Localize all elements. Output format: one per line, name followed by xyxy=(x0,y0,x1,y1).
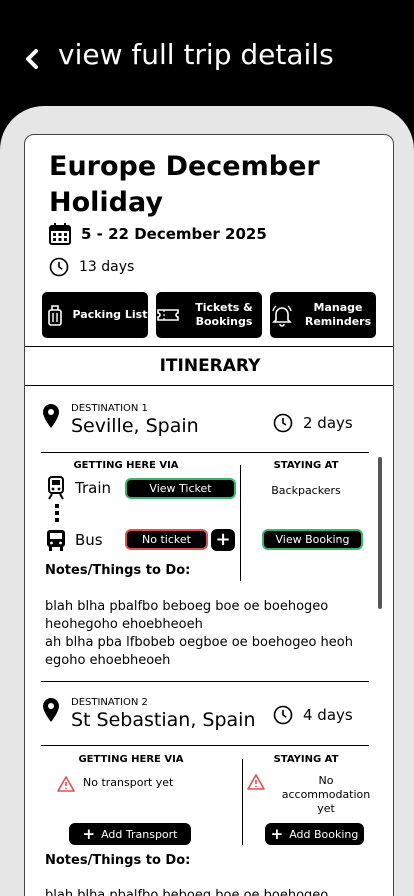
manage-reminders-button[interactable]: Manage Reminders xyxy=(270,292,376,338)
trip-actions: Packing List Tickets & Bookings Manage R… xyxy=(42,292,376,338)
page-title: view full trip details xyxy=(58,38,334,71)
trip-duration: 13 days xyxy=(49,257,134,277)
tickets-bookings-label: Tickets & Bookings xyxy=(195,301,253,328)
divider xyxy=(41,681,369,682)
destination-duration: 2 days xyxy=(273,413,353,433)
transport-mode-label: Bus xyxy=(75,531,103,549)
itinerary-heading: ITINERARY xyxy=(25,346,393,386)
top-bar: view full trip details xyxy=(0,0,414,110)
destination-days: 4 days xyxy=(303,706,353,724)
staying-at-heading: STAYING AT xyxy=(273,460,339,471)
add-transport-button[interactable]: + Add Transport xyxy=(69,823,191,845)
add-ticket-button[interactable]: + xyxy=(211,529,235,551)
accommodation-name: Backpackers xyxy=(271,484,341,497)
notes-heading: Notes/Things to Do: xyxy=(45,563,191,578)
no-transport-text: No transport yet xyxy=(83,776,174,789)
scrollbar[interactable] xyxy=(378,457,382,609)
clock-icon xyxy=(49,257,69,277)
clock-icon xyxy=(273,705,293,725)
ticket-icon xyxy=(157,309,179,321)
trip-date-range: 5 - 22 December 2025 xyxy=(81,225,267,243)
chevron-left-icon xyxy=(26,49,38,69)
divider xyxy=(240,465,241,581)
view-ticket-button[interactable]: View Ticket xyxy=(125,478,236,499)
staying-at-heading: STAYING AT xyxy=(273,754,339,765)
back-button[interactable] xyxy=(20,44,44,74)
no-transport-notice: No transport yet xyxy=(57,776,173,792)
manage-reminders-label: Manage Reminders xyxy=(304,301,372,328)
no-accommodation-text: No accommodation yet xyxy=(281,774,371,815)
route-connector xyxy=(55,504,59,525)
train-icon xyxy=(48,476,64,500)
notes-heading: Notes/Things to Do: xyxy=(45,853,191,868)
no-accommodation-notice: No accommodation yet xyxy=(247,774,379,816)
bell-icon xyxy=(272,305,292,327)
destination-name: Seville, Spain xyxy=(71,415,199,437)
transport-mode-label: Train xyxy=(75,479,111,497)
view-booking-button[interactable]: View Booking xyxy=(262,529,363,550)
packing-list-label: Packing List xyxy=(72,308,148,321)
location-pin-icon xyxy=(43,404,59,428)
trip-dates: 5 - 22 December 2025 xyxy=(49,223,267,245)
trip-duration-text: 13 days xyxy=(79,259,135,275)
destination-number: DESTINATION 1 xyxy=(71,403,148,414)
transport-train: Train xyxy=(45,476,111,500)
destination-name: St Sebastian, Spain xyxy=(71,709,256,731)
divider xyxy=(41,452,369,453)
luggage-icon xyxy=(47,305,62,326)
trip-title: Europe December Holiday xyxy=(49,151,320,218)
notes-text: blah blha pbalfbo beboeg boe oe boehogeo… xyxy=(45,599,353,668)
trip-card: Europe December Holiday 5 - 22 December … xyxy=(24,134,394,896)
getting-here-heading: GETTING HERE VIA xyxy=(73,460,179,471)
packing-list-button[interactable]: Packing List xyxy=(42,292,148,338)
no-ticket-button[interactable]: No ticket xyxy=(125,529,208,550)
location-pin-icon xyxy=(43,698,59,722)
bus-icon xyxy=(47,530,65,551)
add-transport-label: Add Transport xyxy=(101,827,178,841)
plus-icon: + xyxy=(215,529,231,550)
warning-icon xyxy=(247,774,265,790)
destination-duration: 4 days xyxy=(273,705,353,725)
notes-text: blah blha pbalfbo beboeg boe oe boehogeo xyxy=(45,888,329,896)
divider xyxy=(41,745,369,746)
getting-here-heading: GETTING HERE VIA xyxy=(78,754,184,765)
plus-icon: + xyxy=(82,824,96,843)
calendar-icon xyxy=(49,223,71,245)
add-booking-label: Add Booking xyxy=(289,827,359,841)
clock-icon xyxy=(273,413,293,433)
warning-icon xyxy=(57,776,75,792)
divider xyxy=(242,759,243,845)
destination-number: DESTINATION 2 xyxy=(71,697,148,708)
plus-icon: + xyxy=(270,824,284,843)
transport-bus: Bus xyxy=(45,528,103,552)
tickets-bookings-button[interactable]: Tickets & Bookings xyxy=(156,292,262,338)
destination-days: 2 days xyxy=(303,414,353,432)
add-booking-button[interactable]: + Add Booking xyxy=(265,823,364,845)
